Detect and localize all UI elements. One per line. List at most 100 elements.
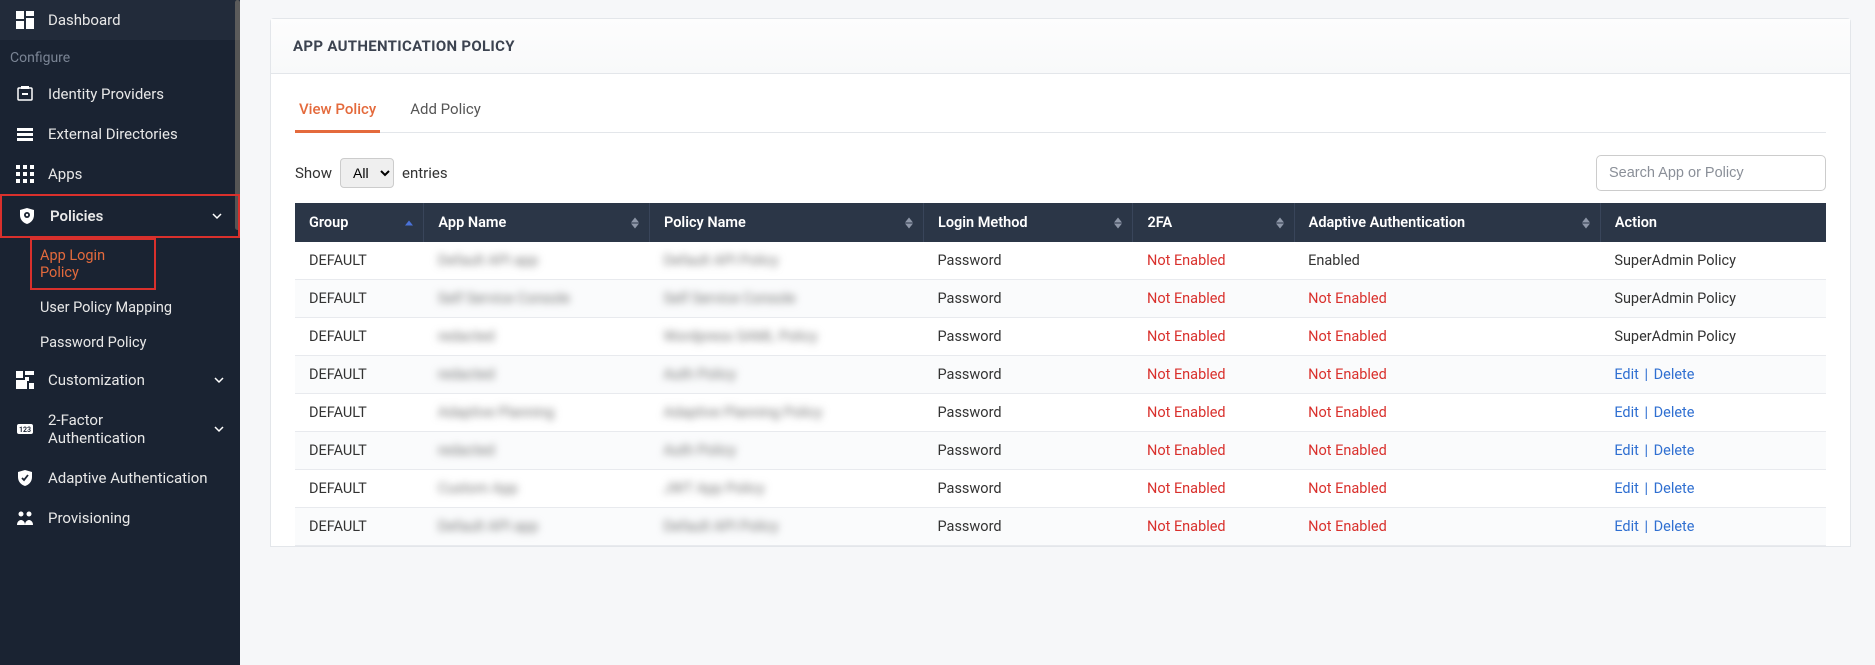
- cell-app-name: Default API app: [424, 242, 650, 280]
- cell-policy-name: Auth Policy: [650, 432, 924, 470]
- delete-link[interactable]: Delete: [1654, 518, 1695, 535]
- nav-dashboard[interactable]: Dashboard: [0, 0, 240, 40]
- sub-item-label: User Policy Mapping: [40, 299, 172, 316]
- cell-app-name: redacted: [424, 318, 650, 356]
- cell-login-method: Password: [923, 470, 1133, 508]
- nav-customization[interactable]: Customization: [0, 360, 240, 400]
- panel-title: APP AUTHENTICATION POLICY: [293, 37, 1828, 55]
- chevron-down-icon: [214, 375, 224, 385]
- chevron-down-icon: [212, 211, 222, 221]
- col-label: 2FA: [1147, 214, 1172, 231]
- cell-group: DEFAULT: [295, 242, 424, 280]
- nav-policies[interactable]: Policies: [0, 194, 240, 238]
- cell-adaptive: Not Enabled: [1294, 318, 1600, 356]
- nav-section-configure: Configure: [0, 40, 240, 74]
- nav-label: 2-Factor Authentication: [48, 411, 200, 447]
- table-row: DEFAULTredactedAuth PolicyPasswordNot En…: [295, 432, 1826, 470]
- nav-label: Identity Providers: [48, 85, 164, 103]
- nav-adaptive-auth[interactable]: Adaptive Authentication: [0, 458, 240, 498]
- sort-icon: [631, 217, 639, 228]
- svg-text:123: 123: [19, 426, 31, 434]
- col-2fa[interactable]: 2FA: [1133, 203, 1294, 242]
- entries-select[interactable]: All: [340, 158, 394, 188]
- edit-link[interactable]: Edit: [1614, 442, 1639, 459]
- cell-2fa: Not Enabled: [1133, 508, 1294, 546]
- search-box: [1596, 155, 1826, 191]
- cell-2fa: Not Enabled: [1133, 356, 1294, 394]
- sort-icon: [405, 220, 413, 225]
- cell-action: SuperAdmin Policy: [1600, 280, 1826, 318]
- sub-password-policy[interactable]: Password Policy: [0, 325, 240, 360]
- cell-policy-name: Self Service Console: [650, 280, 924, 318]
- cell-policy-name: Default API Policy: [650, 508, 924, 546]
- cell-2fa: Not Enabled: [1133, 470, 1294, 508]
- separator: |: [1639, 480, 1654, 497]
- sub-app-login-policy[interactable]: App Login Policy: [30, 238, 156, 290]
- nav-external-directories[interactable]: External Directories: [0, 114, 240, 154]
- tab-label: Add Policy: [410, 100, 481, 118]
- edit-link[interactable]: Edit: [1614, 366, 1639, 383]
- col-action: Action: [1600, 203, 1826, 242]
- col-adaptive-auth[interactable]: Adaptive Authentication: [1294, 203, 1600, 242]
- delete-link[interactable]: Delete: [1654, 442, 1695, 459]
- nav-label: Provisioning: [48, 509, 130, 527]
- cell-group: DEFAULT: [295, 394, 424, 432]
- nav-apps[interactable]: Apps: [0, 154, 240, 194]
- tab-label: View Policy: [299, 100, 376, 118]
- cell-2fa: Not Enabled: [1133, 242, 1294, 280]
- col-login-method[interactable]: Login Method: [923, 203, 1133, 242]
- delete-link[interactable]: Delete: [1654, 404, 1695, 421]
- cell-adaptive: Not Enabled: [1294, 394, 1600, 432]
- table-row: DEFAULTredactedAuth PolicyPasswordNot En…: [295, 356, 1826, 394]
- policy-panel: APP AUTHENTICATION POLICY View Policy Ad…: [270, 18, 1851, 547]
- table-row: DEFAULTSelf Service ConsoleSelf Service …: [295, 280, 1826, 318]
- tabs: View Policy Add Policy: [295, 94, 1826, 133]
- col-label: Login Method: [938, 214, 1028, 231]
- provisioning-icon: [16, 509, 34, 527]
- search-input[interactable]: [1596, 155, 1826, 191]
- cell-login-method: Password: [923, 508, 1133, 546]
- idp-icon: [16, 85, 34, 103]
- col-group[interactable]: Group: [295, 203, 424, 242]
- edit-link[interactable]: Edit: [1614, 404, 1639, 421]
- sub-item-label: Password Policy: [40, 334, 146, 351]
- list-controls: Show All entries: [295, 133, 1826, 203]
- cell-group: DEFAULT: [295, 356, 424, 394]
- cell-adaptive: Not Enabled: [1294, 508, 1600, 546]
- nav-identity-providers[interactable]: Identity Providers: [0, 74, 240, 114]
- nav-label: Apps: [48, 165, 82, 183]
- col-app-name[interactable]: App Name: [424, 203, 650, 242]
- col-policy-name[interactable]: Policy Name: [650, 203, 924, 242]
- nav-label: Customization: [48, 371, 145, 389]
- sub-user-policy-mapping[interactable]: User Policy Mapping: [0, 290, 240, 325]
- nav-label: Adaptive Authentication: [48, 469, 208, 487]
- table-row: DEFAULTDefault API appDefault API Policy…: [295, 242, 1826, 280]
- cell-action: SuperAdmin Policy: [1600, 318, 1826, 356]
- cell-adaptive: Enabled: [1294, 242, 1600, 280]
- cell-action: SuperAdmin Policy: [1600, 242, 1826, 280]
- cell-2fa: Not Enabled: [1133, 394, 1294, 432]
- cell-group: DEFAULT: [295, 432, 424, 470]
- edit-link[interactable]: Edit: [1614, 480, 1639, 497]
- directories-icon: [16, 125, 34, 143]
- apps-icon: [16, 165, 34, 183]
- main-content: APP AUTHENTICATION POLICY View Policy Ad…: [240, 0, 1875, 665]
- cell-app-name: redacted: [424, 432, 650, 470]
- cell-login-method: Password: [923, 242, 1133, 280]
- nav-provisioning[interactable]: Provisioning: [0, 498, 240, 538]
- tab-view-policy[interactable]: View Policy: [295, 94, 380, 133]
- tab-add-policy[interactable]: Add Policy: [406, 94, 485, 133]
- delete-link[interactable]: Delete: [1654, 480, 1695, 497]
- cell-policy-name: Auth Policy: [650, 356, 924, 394]
- delete-link[interactable]: Delete: [1654, 366, 1695, 383]
- cell-action: Edit | Delete: [1600, 394, 1826, 432]
- separator: |: [1639, 442, 1654, 459]
- cell-group: DEFAULT: [295, 280, 424, 318]
- edit-link[interactable]: Edit: [1614, 518, 1639, 535]
- cell-login-method: Password: [923, 280, 1133, 318]
- nav-2fa[interactable]: 123 2-Factor Authentication: [0, 400, 240, 458]
- col-label: Action: [1615, 214, 1657, 231]
- table-row: DEFAULTAdaptive PlanningAdaptive Plannin…: [295, 394, 1826, 432]
- cell-adaptive: Not Enabled: [1294, 356, 1600, 394]
- separator: |: [1639, 366, 1654, 383]
